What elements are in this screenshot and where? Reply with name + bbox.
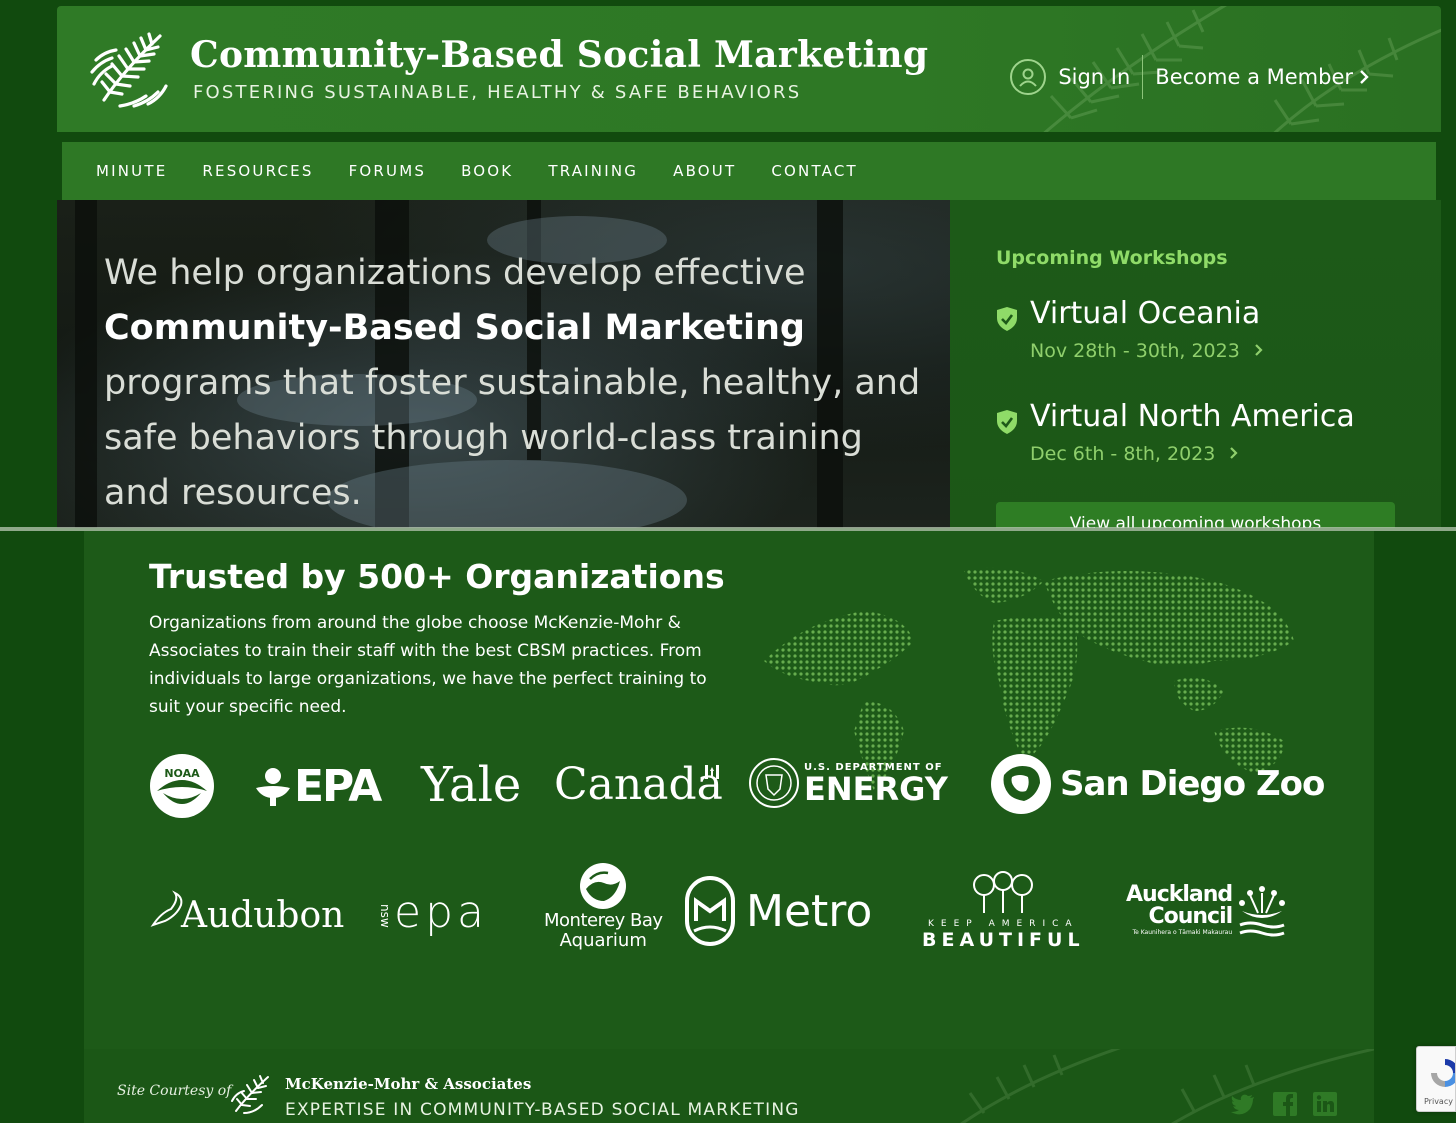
nsw-label: nsw (378, 903, 392, 928)
become-member-label: Become a Member (1155, 65, 1353, 89)
nav-item-training[interactable]: TRAINING (548, 162, 638, 180)
auckland-council-logo: Auckland Council Te Kaunihera o Tāmaki M… (1126, 883, 1288, 939)
user-area: Sign In Become a Member (1010, 54, 1369, 100)
header-divider (1142, 55, 1144, 99)
nav-item-about[interactable]: ABOUT (673, 162, 736, 180)
pohutukawa-icon (1239, 886, 1286, 937)
keep-america-beautiful-logo: KEEP AMERICA BEAUTIFUL (922, 871, 1085, 951)
epa-logo: EPA (254, 761, 382, 812)
facebook-icon[interactable] (1272, 1091, 1298, 1117)
site-header: Community-Based Social Marketing FOSTERI… (57, 6, 1441, 132)
hero-intro: We help organizations develop effective (104, 253, 806, 293)
nav-item-forums[interactable]: FORUMS (349, 162, 427, 180)
site-tagline: FOSTERING SUSTAINABLE, HEALTHY & SAFE BE… (193, 82, 802, 103)
trees-icon (973, 871, 1034, 913)
noaa-bird-icon: NOAA (150, 754, 214, 818)
trusted-description: Organizations from around the globe choo… (149, 613, 707, 717)
hero-banner: We help organizations develop effective … (57, 200, 950, 528)
metro-logo: Metro (684, 875, 872, 947)
workshop-date[interactable]: Nov 28th - 30th, 2023 (1030, 340, 1263, 362)
auckland-subtitle: Te Kaunihera o Tāmaki Makaurau (1132, 929, 1233, 936)
svg-text:NOAA: NOAA (164, 767, 200, 780)
nsw-epa-wordmark: epa (394, 887, 488, 938)
maple-flag-icon (704, 764, 719, 779)
kab-small-text: KEEP AMERICA (928, 919, 1079, 929)
recaptcha-icon (1431, 1059, 1455, 1087)
shield-check-icon (997, 307, 1017, 331)
recaptcha-label[interactable]: Privacy - Terms (1424, 1097, 1455, 1106)
view-all-workshops-button[interactable]: View all upcoming workshops (996, 502, 1395, 528)
footer-tagline: EXPERTISE IN COMMUNITY-BASED SOCIAL MARK… (285, 1100, 800, 1120)
noaa-logo: NOAA (149, 753, 215, 819)
linkedin-icon[interactable] (1312, 1091, 1338, 1117)
epa-flower-icon (256, 767, 290, 806)
site-courtesy-label: Site Courtesy of (117, 1083, 232, 1099)
auckland-line-2: Council (1148, 904, 1233, 929)
fern-logo-icon[interactable] (230, 1071, 274, 1115)
doe-seal-icon (749, 758, 799, 808)
main-nav: MINUTE RESOURCES FORUMS BOOK TRAINING AB… (62, 142, 1436, 200)
chevron-right-icon (1255, 344, 1263, 356)
workshop-date[interactable]: Dec 6th - 8th, 2023 (1030, 443, 1238, 465)
workshop-date-label: Dec 6th - 8th, 2023 (1030, 443, 1216, 465)
twitter-icon[interactable] (1230, 1091, 1256, 1117)
recaptcha-badge[interactable]: Privacy - Terms (1416, 1046, 1456, 1112)
nav-item-book[interactable]: BOOK (461, 162, 513, 180)
monterey-line-2: Aquarium (559, 930, 647, 951)
become-member-link[interactable]: Become a Member (1155, 65, 1369, 89)
audubon-wordmark: Audubon (181, 895, 345, 936)
wave-circle-icon (580, 863, 627, 909)
nav-item-contact[interactable]: CONTACT (771, 162, 858, 180)
auckland-line-1: Auckland (1126, 882, 1233, 907)
hero-rest: programs that foster sustainable, health… (104, 363, 921, 513)
metro-emblem-icon (685, 876, 735, 946)
chevron-right-icon (1360, 70, 1369, 84)
lion-icon (991, 754, 1051, 814)
sign-in-link[interactable]: Sign In (1058, 65, 1130, 89)
doe-wordmark: ENERGY (804, 769, 948, 808)
san-diego-zoo-wordmark: San Diego Zoo (1060, 764, 1325, 804)
chevron-right-icon (1230, 447, 1238, 459)
workshop-title[interactable]: Virtual Oceania (1030, 296, 1260, 331)
workshops-heading: Upcoming Workshops (996, 247, 1228, 269)
hero-headline: We help organizations develop effective … (104, 246, 924, 521)
nav-item-resources[interactable]: RESOURCES (202, 162, 313, 180)
workshop-title[interactable]: Virtual North America (1030, 399, 1355, 434)
trusted-title: Trusted by 500+ Organizations (149, 557, 725, 596)
monterey-line-1: Monterey Bay (544, 910, 663, 931)
canada-wordmark: Canada (554, 759, 723, 810)
nsw-epa-logo: nsw epa (376, 887, 488, 938)
footer-company-name[interactable]: McKenzie-Mohr & Associates (285, 1075, 531, 1093)
audubon-logo: Audubon (149, 881, 344, 936)
nav-item-minute[interactable]: MINUTE (96, 162, 167, 180)
canada-logo: Canada (554, 759, 723, 810)
kab-wordmark: BEAUTIFUL (922, 929, 1085, 951)
upcoming-workshops-panel: Upcoming Workshops Virtual Oceania Nov 2… (950, 200, 1441, 528)
hero-bold: Community-Based Social Marketing (104, 308, 805, 348)
yale-logo: Yale (421, 757, 521, 813)
fern-decoration-icon (960, 1049, 1374, 1123)
epa-wordmark: EPA (294, 761, 382, 812)
monterey-bay-aquarium-logo: Monterey Bay Aquarium (544, 861, 663, 951)
shield-check-icon (997, 410, 1017, 434)
view-all-label: View all upcoming workshops (1069, 514, 1322, 528)
workshop-date-label: Nov 28th - 30th, 2023 (1030, 340, 1240, 362)
fern-logo-icon (90, 32, 168, 108)
doe-logo: U.S. DEPARTMENT OF ENERGY (748, 757, 948, 809)
metro-wordmark: Metro (746, 885, 873, 937)
user-avatar-icon[interactable] (1010, 59, 1047, 95)
trusted-section: Trusted by 500+ Organizations Organizati… (84, 531, 1374, 1049)
site-footer: Site Courtesy of McKenzie-Mohr & Associa… (84, 1049, 1374, 1123)
san-diego-zoo-logo: San Diego Zoo (990, 753, 1325, 815)
site-title[interactable]: Community-Based Social Marketing (190, 34, 928, 76)
yale-wordmark: Yale (421, 757, 522, 813)
